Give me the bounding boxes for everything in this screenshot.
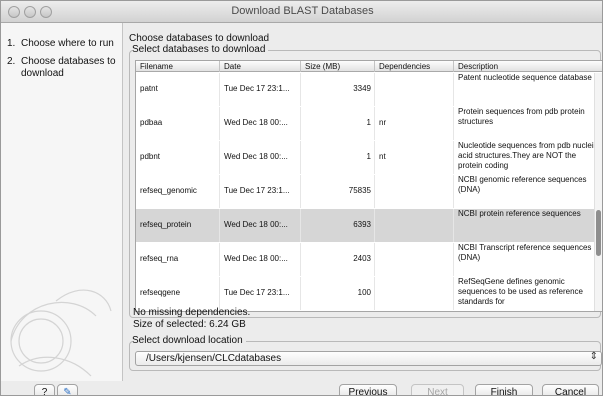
help-icon[interactable]: ? xyxy=(34,384,55,395)
step-label: Choose where to run xyxy=(21,38,114,49)
chevron-updown-icon: ⇕ xyxy=(589,351,598,362)
cell-description: Patent nucleotide sequence database xyxy=(458,73,592,82)
table-row[interactable]: pdbnt Wed Dec 18 00:... 1 nt Nucleotide … xyxy=(136,141,598,174)
download-location-select[interactable]: /Users/kjensen/CLCdatabases ⇕ xyxy=(135,351,602,366)
cell-filename: pdbnt xyxy=(136,141,220,174)
cell-date: Wed Dec 18 00:... xyxy=(220,107,301,140)
step-number: 1. xyxy=(7,38,16,49)
page-title: Choose databases to download xyxy=(129,33,270,44)
cell-size: 2403 xyxy=(301,243,375,276)
cell-dependencies xyxy=(375,209,454,242)
cell-date: Tue Dec 17 23:1... xyxy=(220,175,301,208)
cell-dependencies: nt xyxy=(375,141,454,174)
cell-description: Protein sequences from pdb protein struc… xyxy=(458,107,585,126)
cell-description: NCBI protein reference sequences xyxy=(458,209,581,218)
location-group-title: Select download location xyxy=(132,335,246,346)
record-icon[interactable]: ✎ xyxy=(57,384,78,395)
cell-size: 1 xyxy=(301,141,375,174)
table-scrollbar[interactable] xyxy=(594,73,602,311)
cell-size: 100 xyxy=(301,277,375,310)
scrollbar-thumb[interactable] xyxy=(596,210,601,256)
column-header-filename[interactable]: Filename xyxy=(136,61,220,72)
cell-dependencies xyxy=(375,277,454,310)
cell-filename: refseq_protein xyxy=(136,209,220,242)
cell-dependencies xyxy=(375,73,454,106)
cell-filename: patnt xyxy=(136,73,220,106)
table-body: patnt Tue Dec 17 23:1... 3349 Patent nuc… xyxy=(136,73,598,311)
table-row[interactable]: patnt Tue Dec 17 23:1... 3349 Patent nuc… xyxy=(136,73,596,106)
cell-dependencies: nr xyxy=(375,107,454,140)
previous-button[interactable]: Previous xyxy=(339,384,397,395)
finish-button[interactable]: Finish xyxy=(475,384,533,395)
table-header: Filename Date Size (MB) Dependencies Des… xyxy=(136,61,602,72)
cell-description: NCBI genomic reference sequences (DNA) xyxy=(458,175,587,194)
cell-date: Wed Dec 18 00:... xyxy=(220,243,301,276)
step-label: Choose databases to download xyxy=(21,56,116,79)
table-row[interactable]: refseq_rna Wed Dec 18 00:... 2403 NCBI T… xyxy=(136,243,596,276)
column-header-dependencies[interactable]: Dependencies xyxy=(375,61,454,72)
cell-filename: refseq_rna xyxy=(136,243,220,276)
main-panel: Choose databases to download Select data… xyxy=(124,23,602,381)
databases-group-title: Select databases to download xyxy=(132,44,269,55)
cell-size: 1 xyxy=(301,107,375,140)
next-button[interactable]: Next xyxy=(411,384,464,395)
table-row[interactable]: pdbaa Wed Dec 18 00:... 1 nr Protein seq… xyxy=(136,107,596,140)
selected-size-status: Size of selected: 6.24 GB xyxy=(133,319,246,330)
cell-date: Tue Dec 17 23:1... xyxy=(220,73,301,106)
cell-dependencies xyxy=(375,175,454,208)
cell-description: RefSeqGene defines genomic sequences to … xyxy=(458,277,583,306)
download-location-value: /Users/kjensen/CLCdatabases xyxy=(146,353,282,364)
title-bar: Download BLAST Databases xyxy=(1,1,602,23)
database-table: Filename Date Size (MB) Dependencies Des… xyxy=(135,60,602,312)
step-number: 2. xyxy=(7,56,16,67)
table-row[interactable]: refseq_genomic Tue Dec 17 23:1... 75835 … xyxy=(136,175,596,208)
cell-filename: refseqgene xyxy=(136,277,220,310)
cell-size: 75835 xyxy=(301,175,375,208)
table-row[interactable]: refseqgene Tue Dec 17 23:1... 100 RefSeq… xyxy=(136,277,596,310)
cell-filename: pdbaa xyxy=(136,107,220,140)
cell-size: 6393 xyxy=(301,209,375,242)
download-blast-window: Download BLAST Databases 1. Choose where… xyxy=(0,0,603,396)
cell-description: Nucleotide sequences from pdb nucleic ac… xyxy=(458,141,598,170)
cell-filename: refseq_genomic xyxy=(136,175,220,208)
cell-date: Tue Dec 17 23:1... xyxy=(220,277,301,310)
column-header-date[interactable]: Date xyxy=(220,61,301,72)
table-row-selected[interactable]: refseq_protein Wed Dec 18 00:... 6393 NC… xyxy=(136,209,596,242)
cell-dependencies xyxy=(375,243,454,276)
column-header-size[interactable]: Size (MB) xyxy=(301,61,375,72)
cell-date: Wed Dec 18 00:... xyxy=(220,141,301,174)
decorative-swirl-logo xyxy=(10,289,112,377)
cancel-button[interactable]: Cancel xyxy=(542,384,599,395)
cell-date: Wed Dec 18 00:... xyxy=(220,209,301,242)
cell-description: NCBI Transcript reference sequences (DNA… xyxy=(458,243,592,262)
button-bar: ? ✎ Previous Next Finish Cancel xyxy=(1,381,602,395)
column-header-description[interactable]: Description xyxy=(454,61,596,72)
window-title: Download BLAST Databases xyxy=(231,5,374,17)
dependency-status: No missing dependencies. xyxy=(133,307,251,318)
wizard-steps-panel: 1. Choose where to run 2. Choose databas… xyxy=(1,23,123,381)
cell-size: 3349 xyxy=(301,73,375,106)
